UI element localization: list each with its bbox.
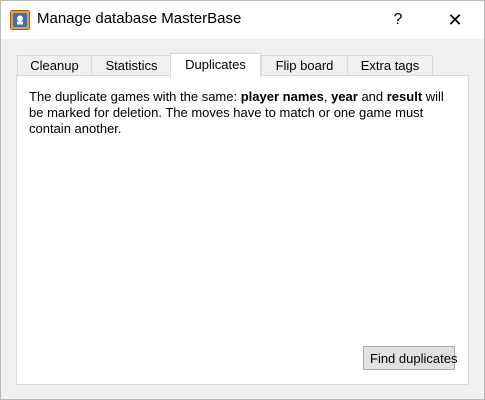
tab-extra-tags[interactable]: Extra tags [347, 55, 433, 76]
tab-duplicates[interactable]: Duplicates [170, 53, 261, 78]
close-button[interactable]: ✕ [439, 5, 471, 35]
dialog-window: Manage database MasterBase ? ✕ Cleanup S… [0, 0, 485, 400]
window-title: Manage database MasterBase [37, 10, 242, 27]
field-year: year [331, 89, 358, 104]
field-player-names: player names [240, 89, 324, 104]
separator: , [323, 89, 332, 104]
find-duplicates-button[interactable]: Find duplicates [363, 346, 457, 370]
tab-cleanup[interactable]: Cleanup [17, 55, 92, 76]
title-bar[interactable]: Manage database MasterBase ? ✕ [1, 1, 484, 39]
help-button[interactable]: ? [383, 5, 413, 35]
tab-statistics[interactable]: Statistics [91, 55, 172, 76]
duplicates-panel: The duplicate games with the same: playe… [16, 75, 469, 385]
description-text: The duplicate games with the same: [29, 89, 241, 104]
duplicates-description: The duplicate games with the same: playe… [29, 89, 449, 137]
chess-database-icon [10, 10, 30, 30]
separator: and [357, 89, 387, 104]
tab-flip-board[interactable]: Flip board [261, 55, 348, 76]
field-result: result [386, 89, 423, 104]
